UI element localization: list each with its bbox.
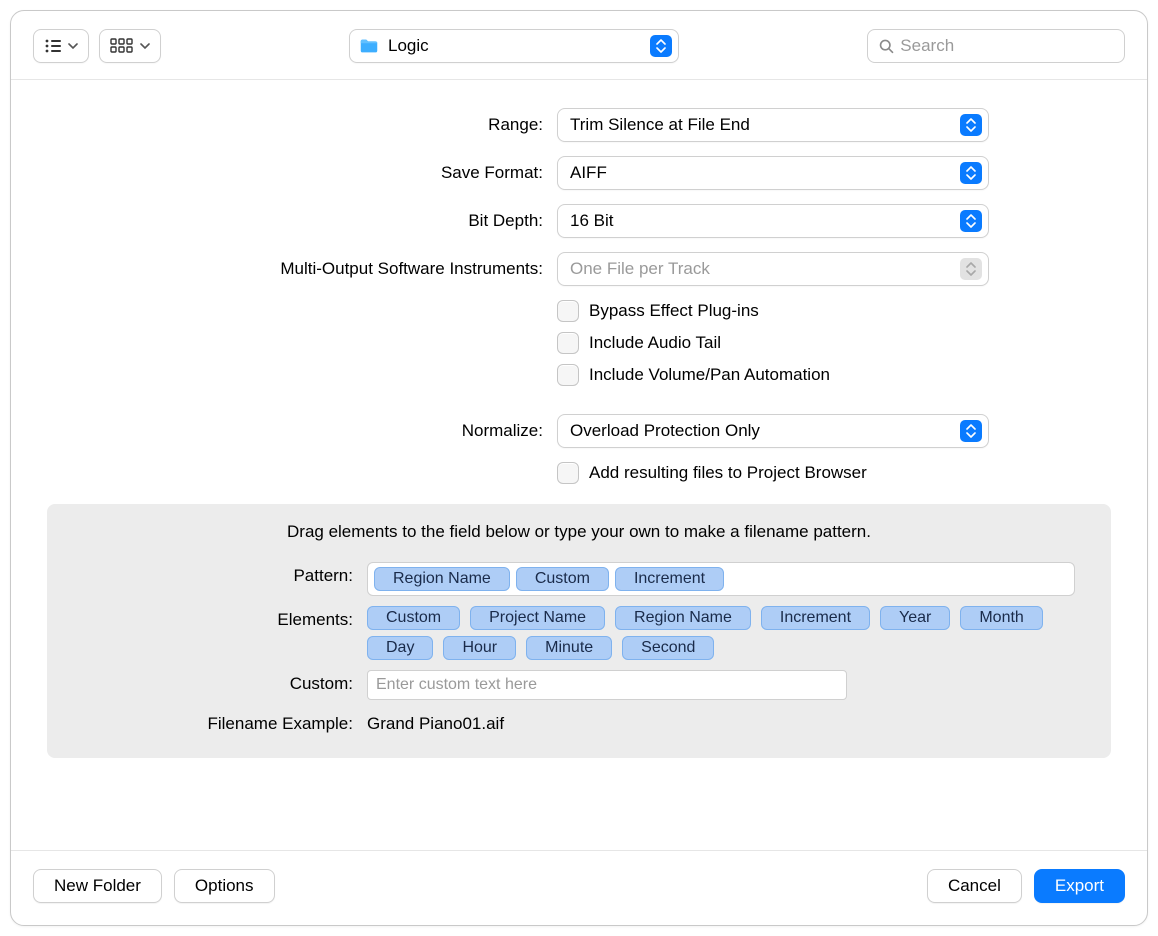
view-mode-button[interactable] — [33, 29, 89, 63]
bypass-fx-checkbox[interactable] — [557, 300, 579, 322]
element-token[interactable]: Hour — [443, 636, 516, 660]
custom-input[interactable] — [367, 670, 847, 700]
search-input[interactable] — [900, 36, 1114, 56]
element-token[interactable]: Second — [622, 636, 714, 660]
updown-icon — [960, 258, 982, 280]
filename-example: Grand Piano01.aif — [367, 714, 504, 733]
updown-icon — [650, 35, 672, 57]
element-token[interactable]: Minute — [526, 636, 612, 660]
element-token[interactable]: Month — [960, 606, 1042, 630]
normalize-value: Overload Protection Only — [570, 421, 952, 441]
pattern-label: Pattern: — [83, 562, 367, 586]
new-folder-button[interactable]: New Folder — [33, 869, 162, 903]
example-label: Filename Example: — [83, 710, 367, 734]
multi-output-label: Multi-Output Software Instruments: — [47, 259, 557, 279]
cancel-button[interactable]: Cancel — [927, 869, 1022, 903]
element-token[interactable]: Region Name — [615, 606, 751, 630]
normalize-label: Normalize: — [47, 421, 557, 441]
include-tail-checkbox[interactable] — [557, 332, 579, 354]
folder-icon — [358, 35, 380, 57]
include-tail-label: Include Audio Tail — [589, 333, 721, 353]
elements-pool: Custom Project Name Region Name Increment Ye… — [367, 606, 1075, 660]
location-label: Logic — [388, 36, 642, 56]
form-area: Range: Trim Silence at File End Save For… — [11, 80, 1147, 850]
bit-depth-label: Bit Depth: — [47, 211, 557, 231]
export-button[interactable]: Export — [1034, 869, 1125, 903]
add-to-browser-label: Add resulting files to Project Browser — [589, 463, 867, 483]
element-token[interactable]: Custom — [367, 606, 460, 630]
bit-depth-select[interactable]: 16 Bit — [557, 204, 989, 238]
search-icon — [878, 37, 894, 55]
normalize-select[interactable]: Overload Protection Only — [557, 414, 989, 448]
range-select[interactable]: Trim Silence at File End — [557, 108, 989, 142]
pattern-panel: Drag elements to the field below or type… — [47, 504, 1111, 758]
range-value: Trim Silence at File End — [570, 115, 952, 135]
pattern-token[interactable]: Region Name — [374, 567, 510, 591]
add-to-browser-checkbox[interactable] — [557, 462, 579, 484]
updown-icon — [960, 114, 982, 136]
multi-output-select: One File per Track — [557, 252, 989, 286]
search-field[interactable] — [867, 29, 1125, 63]
pattern-field[interactable]: Region NameCustomIncrement — [367, 562, 1075, 596]
group-by-button[interactable] — [99, 29, 161, 63]
element-token[interactable]: Increment — [761, 606, 870, 630]
element-token[interactable]: Project Name — [470, 606, 605, 630]
footer: New Folder Options Cancel Export — [11, 850, 1147, 925]
list-icon — [44, 38, 64, 54]
element-token[interactable]: Day — [367, 636, 433, 660]
multi-output-value: One File per Track — [570, 259, 952, 279]
updown-icon — [960, 420, 982, 442]
save-format-label: Save Format: — [47, 163, 557, 183]
bit-depth-value: 16 Bit — [570, 211, 952, 231]
location-picker[interactable]: Logic — [349, 29, 679, 63]
custom-label: Custom: — [83, 670, 367, 694]
options-button[interactable]: Options — [174, 869, 275, 903]
chevron-down-icon — [68, 41, 78, 51]
element-token[interactable]: Year — [880, 606, 950, 630]
bypass-fx-label: Bypass Effect Plug-ins — [589, 301, 759, 321]
save-format-value: AIFF — [570, 163, 952, 183]
grid-icon — [110, 38, 136, 54]
toolbar: Logic — [11, 11, 1147, 80]
updown-icon — [960, 162, 982, 184]
elements-label: Elements: — [83, 606, 367, 630]
include-vol-pan-label: Include Volume/Pan Automation — [589, 365, 830, 385]
chevron-down-icon — [140, 41, 150, 51]
export-dialog: Logic Range: Trim Silence at File End — [10, 10, 1148, 926]
updown-icon — [960, 210, 982, 232]
save-format-select[interactable]: AIFF — [557, 156, 989, 190]
pattern-instructions: Drag elements to the field below or type… — [47, 522, 1111, 562]
include-vol-pan-checkbox[interactable] — [557, 364, 579, 386]
range-label: Range: — [47, 115, 557, 135]
pattern-token[interactable]: Increment — [615, 567, 724, 591]
pattern-token[interactable]: Custom — [516, 567, 609, 591]
